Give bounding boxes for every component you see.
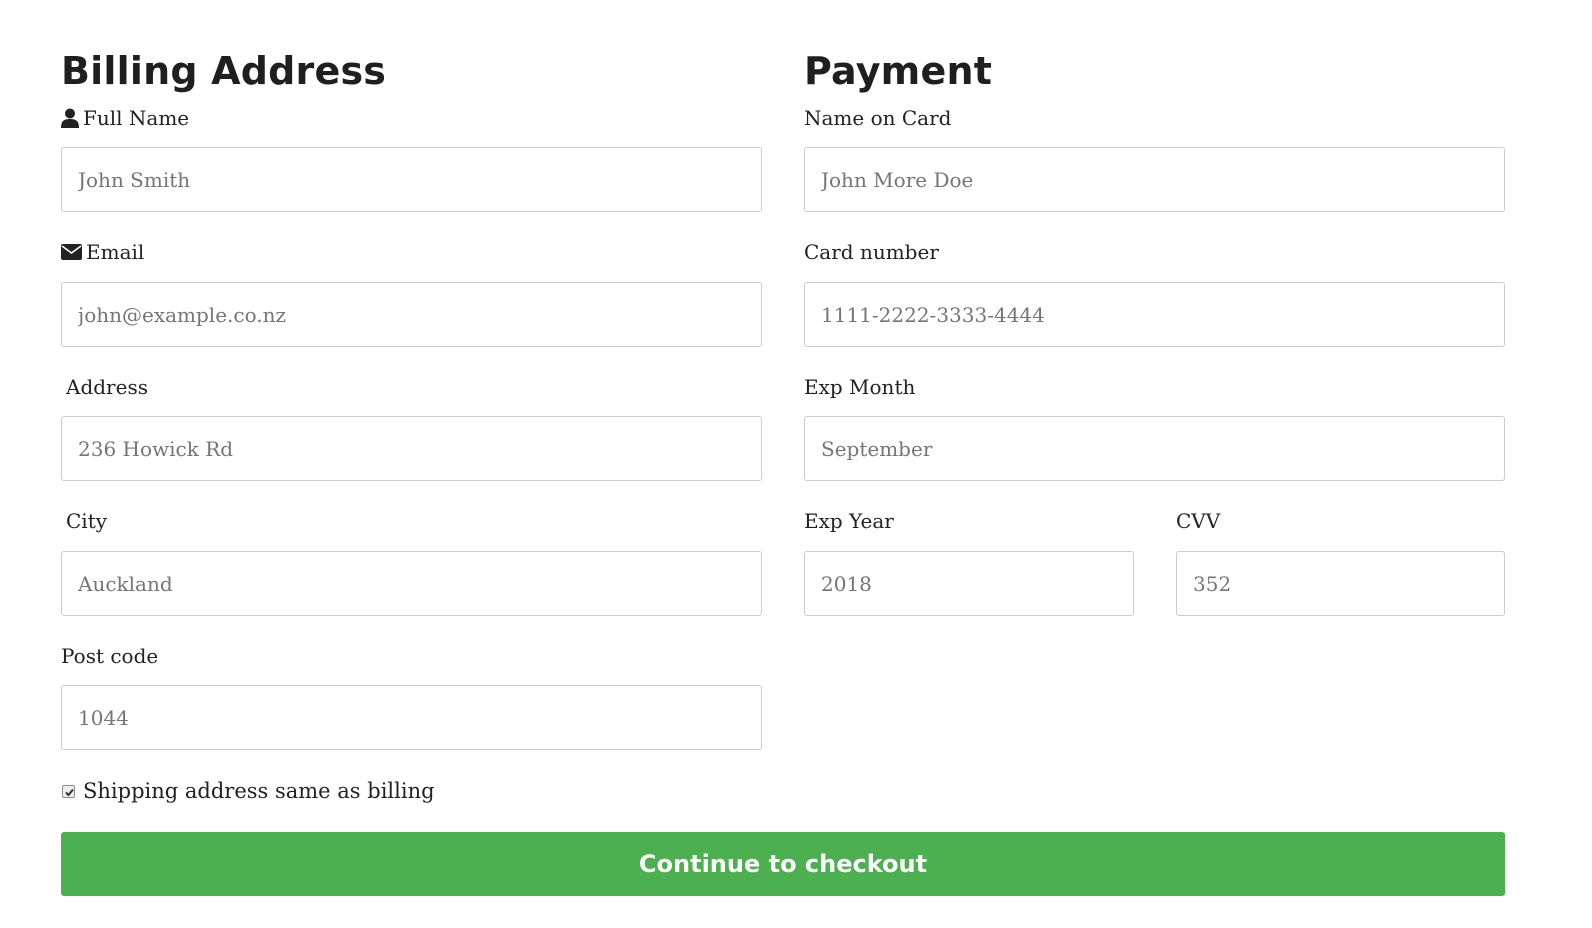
- continue-to-checkout-button[interactable]: Continue to checkout: [61, 832, 1505, 896]
- post-code-label: Post code: [61, 644, 159, 668]
- payment-heading: Payment: [804, 49, 993, 93]
- exp-year-input[interactable]: [804, 551, 1134, 616]
- exp-year-label: Exp Year: [804, 509, 894, 533]
- email-label: Email: [61, 239, 144, 265]
- user-icon: [61, 108, 79, 128]
- envelope-icon: [61, 244, 82, 260]
- address-label: Address: [66, 375, 148, 399]
- email-label-text: Email: [86, 240, 145, 264]
- email-input[interactable]: [61, 282, 762, 347]
- shipping-same-checkbox[interactable]: [62, 784, 75, 798]
- cvv-input[interactable]: [1176, 551, 1505, 616]
- card-number-label: Card number: [804, 240, 939, 264]
- post-code-input[interactable]: [61, 685, 762, 750]
- shipping-same-row: Shipping address same as billing: [62, 778, 435, 804]
- city-label: City: [66, 509, 108, 533]
- address-input[interactable]: [61, 416, 762, 481]
- checkmark-icon: [65, 788, 74, 796]
- shipping-same-label[interactable]: Shipping address same as billing: [83, 778, 435, 804]
- full-name-label-text: Full Name: [83, 106, 190, 130]
- exp-month-input[interactable]: [804, 416, 1505, 481]
- name-on-card-input[interactable]: [804, 147, 1505, 212]
- full-name-input[interactable]: [61, 147, 762, 212]
- city-input[interactable]: [61, 551, 762, 616]
- card-number-input[interactable]: [804, 282, 1505, 347]
- cvv-label: CVV: [1176, 509, 1221, 533]
- full-name-label: Full Name: [61, 105, 189, 131]
- name-on-card-label: Name on Card: [804, 106, 952, 130]
- exp-month-label: Exp Month: [804, 375, 916, 399]
- billing-heading: Billing Address: [61, 49, 387, 93]
